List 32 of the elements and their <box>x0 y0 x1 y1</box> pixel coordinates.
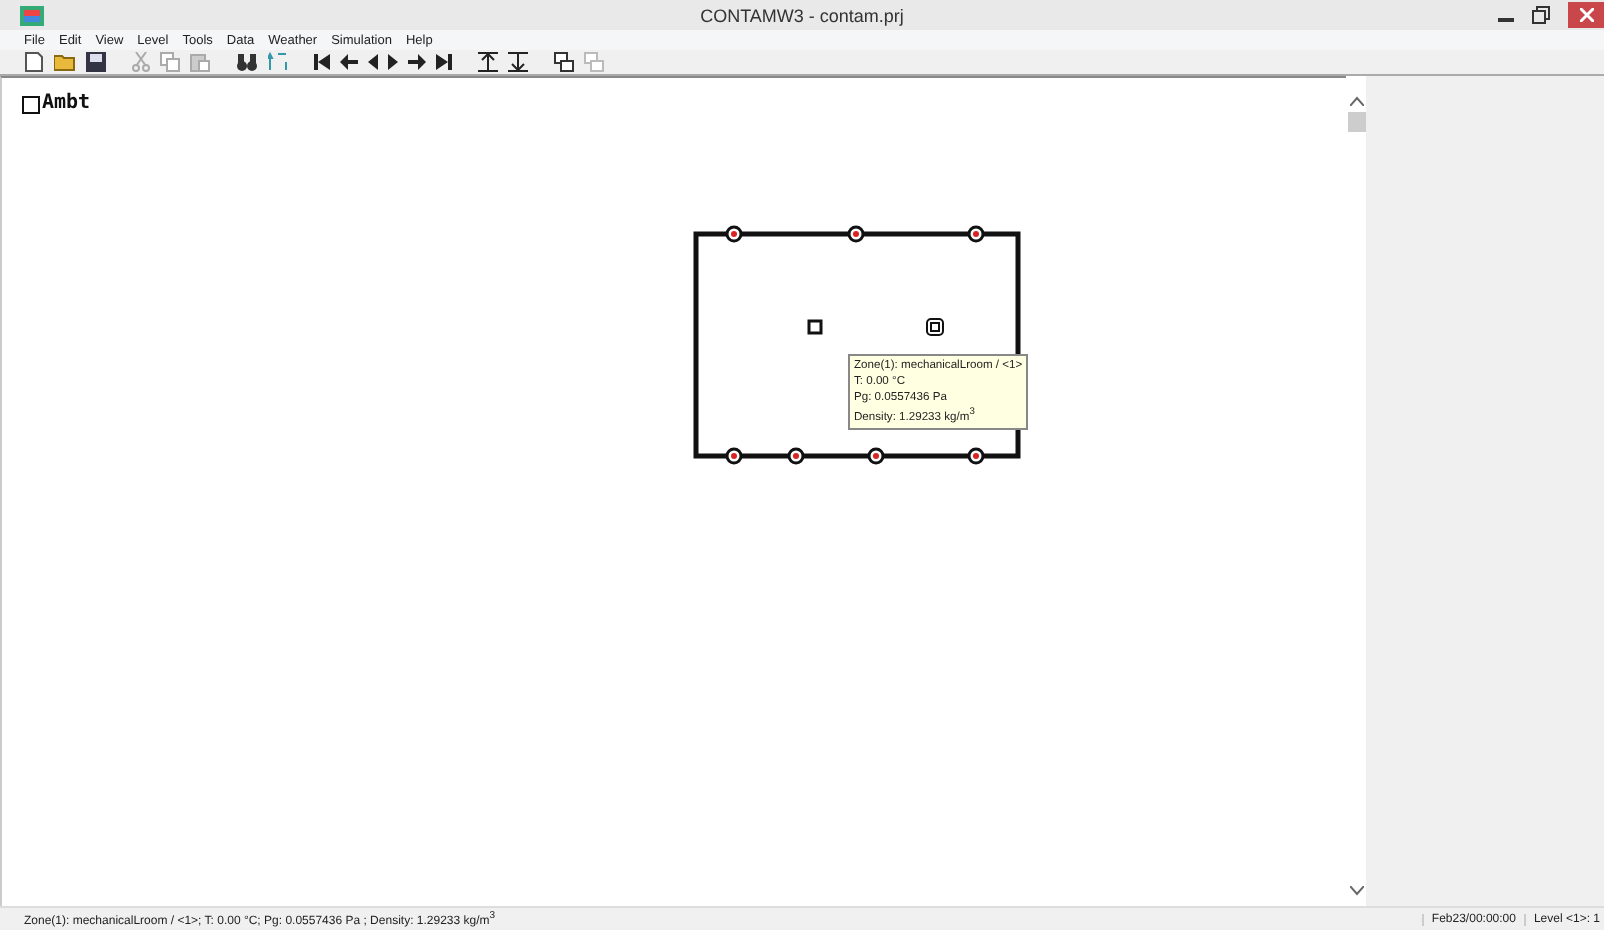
arrows-icon[interactable] <box>268 52 288 72</box>
save-icon[interactable] <box>86 52 106 72</box>
window-title: CONTAMW3 - contam.prj <box>698 5 906 25</box>
airflow-path-icon[interactable] <box>725 225 743 243</box>
app-icon <box>20 5 44 25</box>
first-icon[interactable] <box>314 54 330 70</box>
airflow-path-icon[interactable] <box>867 447 885 465</box>
equipment-icon[interactable] <box>926 318 944 336</box>
airflow-path-icon[interactable] <box>967 447 985 465</box>
arrow-right-icon[interactable] <box>408 54 426 70</box>
zone-wall[interactable] <box>693 231 1021 459</box>
triangle-left-icon[interactable] <box>368 54 378 70</box>
scroll-up-icon[interactable] <box>1349 96 1363 106</box>
windows-icon[interactable] <box>554 52 574 72</box>
ambient-label: Ambt <box>42 94 91 114</box>
binoculars-icon[interactable] <box>236 52 258 72</box>
airflow-path-icon[interactable] <box>967 225 985 243</box>
level-up-icon[interactable] <box>478 52 498 72</box>
close-button[interactable] <box>1568 2 1604 28</box>
level-down-icon[interactable] <box>508 52 528 72</box>
close-icon[interactable] <box>1579 8 1593 22</box>
airflow-path-icon[interactable] <box>725 447 743 465</box>
airflow-path-icon[interactable] <box>787 447 805 465</box>
scroll-down-icon[interactable] <box>1349 886 1363 896</box>
zone-icon[interactable] <box>807 319 823 335</box>
last-icon[interactable] <box>436 54 452 70</box>
restore-icon[interactable] <box>1532 6 1550 24</box>
triangle-right-icon[interactable] <box>388 54 398 70</box>
scrollbar-thumb[interactable] <box>1347 112 1365 132</box>
airflow-path-icon[interactable] <box>847 225 865 243</box>
ambient-icon <box>22 95 40 113</box>
arrow-left-icon[interactable] <box>340 54 358 70</box>
